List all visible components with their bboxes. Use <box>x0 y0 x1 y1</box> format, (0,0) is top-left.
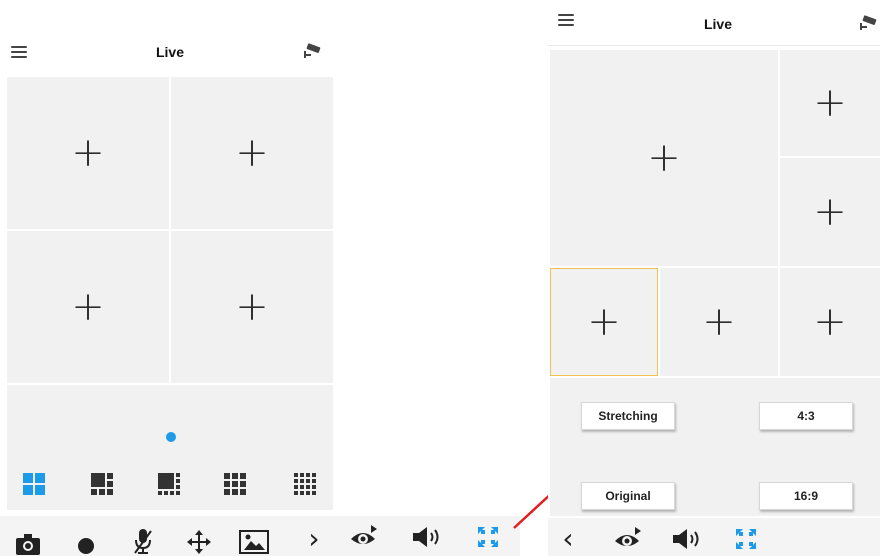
page-title: Live <box>703 16 732 32</box>
camera-cell-2[interactable]: + <box>780 50 880 156</box>
hamburger-menu-icon[interactable] <box>11 46 27 58</box>
chevron-right-icon[interactable]: › <box>304 524 324 554</box>
original-button[interactable]: Original <box>581 482 675 510</box>
layout-6-button[interactable] <box>90 472 114 496</box>
camera-cell-5[interactable]: + <box>660 268 778 376</box>
stretching-button[interactable]: Stretching <box>581 402 675 430</box>
layout-4-button[interactable] <box>22 472 46 496</box>
ratio-4-3-button[interactable]: 4:3 <box>759 402 853 430</box>
preview-eye-icon[interactable] <box>348 524 378 550</box>
fullscreen-icon[interactable] <box>734 526 758 552</box>
add-camera-icon: + <box>71 130 105 176</box>
chevron-left-icon[interactable]: ‹ <box>558 524 578 554</box>
image-adjust-icon[interactable] <box>238 528 270 556</box>
camera-cell-4[interactable]: + <box>171 231 333 383</box>
layout-8-button[interactable] <box>157 472 181 496</box>
right-header: Live <box>548 0 880 46</box>
speaker-audio-icon[interactable] <box>412 524 446 550</box>
page-title: Live <box>155 44 184 60</box>
camera-cell-4-selected[interactable]: + <box>550 268 658 376</box>
cctv-camera-icon[interactable] <box>302 42 324 60</box>
ptz-move-icon[interactable] <box>186 528 212 556</box>
add-camera-icon: + <box>235 130 269 176</box>
hamburger-menu-icon[interactable] <box>558 14 574 26</box>
camera-cell-1[interactable]: + <box>550 50 778 266</box>
add-camera-icon: + <box>235 284 269 330</box>
page-indicator-dot <box>166 432 176 442</box>
ratio-16-9-button[interactable]: 16:9 <box>759 482 853 510</box>
add-camera-icon: + <box>71 284 105 330</box>
left-toolbar: › <box>0 516 340 556</box>
speaker-audio-icon[interactable] <box>672 526 706 552</box>
snapshot-camera-icon[interactable] <box>14 532 42 556</box>
camera-cell-6[interactable]: + <box>780 268 880 376</box>
right-screen: Live + + + + + + Stretching 4:3 Original… <box>548 0 880 556</box>
fullscreen-icon[interactable] <box>476 524 500 550</box>
add-camera-icon: + <box>647 135 681 181</box>
preview-eye-icon[interactable] <box>612 526 642 552</box>
camera-cell-1[interactable]: + <box>7 77 169 229</box>
add-camera-icon: + <box>813 80 847 126</box>
layout-9-button[interactable] <box>223 472 247 496</box>
add-camera-icon: + <box>813 299 847 345</box>
microphone-mute-icon[interactable] <box>131 528 155 556</box>
camera-cell-3[interactable]: + <box>780 158 880 266</box>
left-header: Live <box>0 34 340 72</box>
cctv-camera-icon[interactable] <box>858 14 880 32</box>
middle-toolbar <box>340 516 520 556</box>
right-toolbar: ‹ <box>548 518 880 556</box>
add-camera-icon: + <box>813 189 847 235</box>
layout-16-button[interactable] <box>293 472 317 496</box>
camera-cell-3[interactable]: + <box>7 231 169 383</box>
add-camera-icon: + <box>702 299 736 345</box>
record-icon[interactable] <box>76 536 96 556</box>
add-camera-icon: + <box>587 299 621 345</box>
camera-cell-2[interactable]: + <box>171 77 333 229</box>
left-screen: Live + + + + › <box>0 0 340 556</box>
